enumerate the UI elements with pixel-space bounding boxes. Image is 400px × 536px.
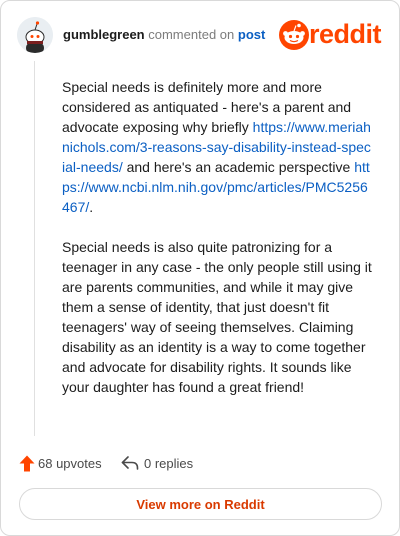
reply-count: 0 replies	[144, 456, 194, 471]
comment-paragraph-1: Special needs is definitely more and mor…	[62, 77, 372, 217]
reply-arrow-icon	[121, 456, 139, 470]
upvote-arrow-icon	[19, 455, 35, 472]
action-text: commented on	[148, 27, 235, 42]
embedded-comment-card: gumblegreen commented on post reddit Spe…	[0, 0, 400, 536]
paragraph-1-end: .	[89, 199, 94, 215]
upvote-count: 68 upvotes	[38, 456, 102, 471]
comment-paragraph-2: Special needs is also quite patronizing …	[62, 239, 372, 395]
comment-header: gumblegreen commented on post reddit	[17, 15, 383, 55]
user-avatar[interactable]	[17, 17, 53, 53]
reddit-snoo-icon	[279, 20, 309, 50]
paragraph-1-mid: and here's an academic perspective	[122, 159, 355, 175]
reddit-logo[interactable]: reddit	[279, 19, 383, 50]
reddit-wordmark: reddit	[309, 19, 382, 49]
username-link[interactable]: gumblegreen	[63, 27, 145, 42]
view-more-on-reddit-button[interactable]: View more on Reddit	[19, 488, 382, 520]
comment-body: Special needs is definitely more and mor…	[62, 77, 372, 397]
snoo-avatar-icon	[17, 17, 53, 53]
post-link[interactable]: post	[238, 27, 265, 42]
thread-line	[34, 61, 35, 436]
comment-byline: gumblegreen commented on post	[63, 27, 265, 42]
